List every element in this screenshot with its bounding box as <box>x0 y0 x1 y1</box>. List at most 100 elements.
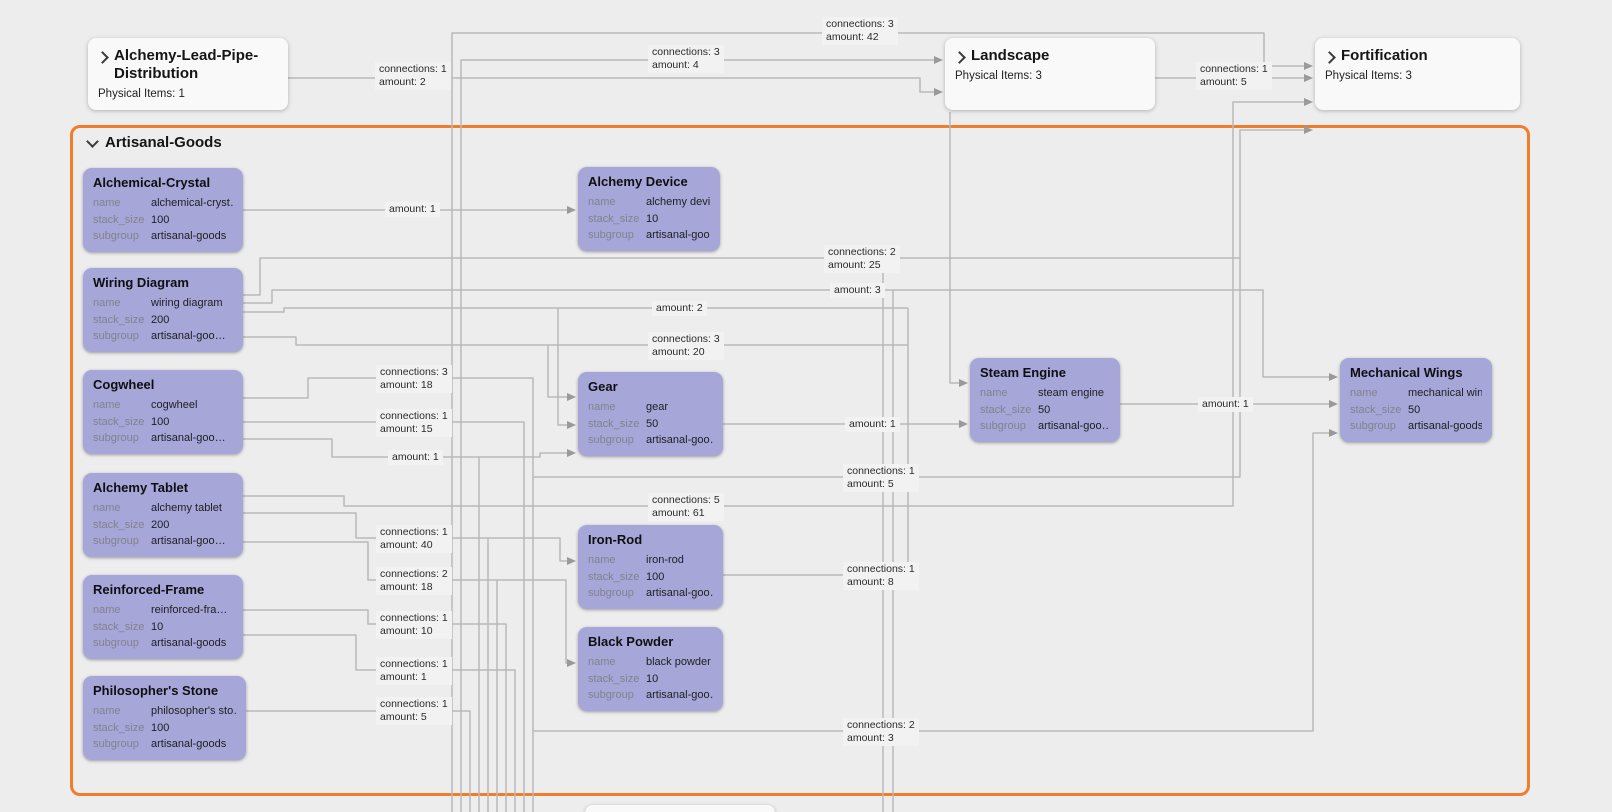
group-node-title: Alchemy-Lead-Pipe-Distribution <box>114 47 276 83</box>
group-node-landscape[interactable]: Landscape Physical Items: 3 <box>945 38 1155 110</box>
node-title: Philosopher's Stone <box>93 683 236 698</box>
node-row: subgroupartisanal-goo… <box>93 533 233 550</box>
edge-label: amount: 1 <box>845 417 900 432</box>
node-row: subgroupartisanal-goods <box>1350 418 1482 435</box>
node-title: Reinforced-Frame <box>93 582 233 597</box>
edge-label: amount: 3 <box>830 283 885 298</box>
item-node-reinforced-frame[interactable]: Reinforced-Frame namereinforced-fra… sta… <box>83 575 243 659</box>
node-row: stack_size10 <box>93 619 233 636</box>
node-title: Gear <box>588 379 713 394</box>
item-node-black-powder[interactable]: Black Powder nameblack powder stack_size… <box>578 627 723 711</box>
edge-label: amount: 1 <box>1198 397 1253 412</box>
node-row: subgroupartisanal-goods <box>93 635 233 652</box>
node-row: subgroupartisanal-goo… <box>588 227 710 244</box>
node-row: stack_size200 <box>93 312 233 329</box>
edge-label: connections: 1amount: 5 <box>843 464 919 492</box>
edge-label: connections: 3amount: 20 <box>648 332 724 360</box>
node-title: Wiring Diagram <box>93 275 233 290</box>
edge-label: connections: 5amount: 61 <box>648 493 724 521</box>
node-title: Alchemy Device <box>588 174 710 189</box>
node-row: namereinforced-fra… <box>93 602 233 619</box>
edge-label: connections: 1amount: 5 <box>376 697 452 725</box>
node-row: stack_size50 <box>1350 402 1482 419</box>
edge-label: connections: 3amount: 18 <box>376 365 452 393</box>
node-row: stack_size10 <box>588 671 713 688</box>
item-node-wiring-diagram[interactable]: Wiring Diagram namewiring diagram stack_… <box>83 268 243 352</box>
node-row: namealchemical-cryst… <box>93 195 233 212</box>
node-row: stack_size10 <box>588 211 710 228</box>
item-node-alchemical-crystal[interactable]: Alchemical-Crystal namealchemical-cryst…… <box>83 168 243 252</box>
edge-label: connections: 1amount: 40 <box>376 525 452 553</box>
node-row: subgroupartisanal-goo… <box>93 328 233 345</box>
node-row: namemechanical win… <box>1350 385 1482 402</box>
group-title: Artisanal-Goods <box>105 134 222 151</box>
graph-canvas[interactable]: Artisanal-Goods Alchemy-Lead-Pipe-Distri… <box>0 0 1612 812</box>
edge-label: amount: 2 <box>652 301 707 316</box>
node-title: Mechanical Wings <box>1350 365 1482 380</box>
node-row: namealchemy tablet <box>93 500 233 517</box>
item-node-steam-engine[interactable]: Steam Engine namesteam engine stack_size… <box>970 358 1120 442</box>
node-row: subgroupartisanal-goo… <box>980 418 1110 435</box>
edge-label: connections: 1amount: 10 <box>376 611 452 639</box>
edge-label: connections: 1amount: 5 <box>1196 62 1272 90</box>
node-row: namecogwheel <box>93 397 233 414</box>
group-node-title: Landscape <box>971 47 1049 65</box>
node-row: subgroupartisanal-goo… <box>588 687 713 704</box>
chevron-right-icon[interactable] <box>1323 51 1336 64</box>
chevron-down-icon[interactable] <box>86 135 99 148</box>
group-node-alchemy-lead-pipe-distribution[interactable]: Alchemy-Lead-Pipe-Distribution Physical … <box>88 38 288 110</box>
node-title: Cogwheel <box>93 377 233 392</box>
node-row: stack_size100 <box>93 212 233 229</box>
node-row: subgroupartisanal-goo… <box>588 585 713 602</box>
item-node-iron-rod[interactable]: Iron-Rod nameiron-rod stack_size100 subg… <box>578 525 723 609</box>
item-node-philosophers-stone[interactable]: Philosopher's Stone namephilosopher's st… <box>83 676 246 760</box>
edge-label: amount: 1 <box>388 450 443 465</box>
edge-label: connections: 1amount: 1 <box>376 657 452 685</box>
physical-items-count: Physical Items: 1 <box>98 88 276 100</box>
node-row: stack_size100 <box>93 414 233 431</box>
node-title: Iron-Rod <box>588 532 713 547</box>
edge-label: connections: 2amount: 3 <box>843 718 919 746</box>
node-row: subgroupartisanal-goods <box>93 228 233 245</box>
node-row: namegear <box>588 399 713 416</box>
node-row: stack_size50 <box>980 402 1110 419</box>
edge-label: connections: 3amount: 4 <box>648 45 724 73</box>
node-row: nameblack powder <box>588 654 713 671</box>
item-node-cogwheel[interactable]: Cogwheel namecogwheel stack_size100 subg… <box>83 370 243 454</box>
edge-label: connections: 3amount: 42 <box>822 17 898 45</box>
node-row: stack_size100 <box>93 720 236 737</box>
node-row: namephilosopher's sto… <box>93 703 236 720</box>
edge-label: connections: 2amount: 18 <box>376 567 452 595</box>
node-title: Black Powder <box>588 634 713 649</box>
node-row: stack_size50 <box>588 416 713 433</box>
edge-label: connections: 2amount: 25 <box>824 245 900 273</box>
node-row: subgroupartisanal-goods <box>93 736 236 753</box>
group-node-title: Fortification <box>1341 47 1428 65</box>
physical-items-count: Physical Items: 3 <box>955 70 1143 82</box>
group-node-fortification[interactable]: Fortification Physical Items: 3 <box>1315 38 1520 110</box>
edge-label: connections: 1amount: 15 <box>376 409 452 437</box>
edge-label: connections: 1amount: 2 <box>375 62 451 90</box>
node-row: nameiron-rod <box>588 552 713 569</box>
partial-node-below[interactable] <box>585 805 775 812</box>
node-row: subgroupartisanal-goo… <box>588 432 713 449</box>
item-node-alchemy-tablet[interactable]: Alchemy Tablet namealchemy tablet stack_… <box>83 473 243 557</box>
edge-label: connections: 1amount: 8 <box>843 562 919 590</box>
physical-items-count: Physical Items: 3 <box>1325 70 1508 82</box>
item-node-mechanical-wings[interactable]: Mechanical Wings namemechanical win… sta… <box>1340 358 1492 442</box>
group-header-artisanal-goods[interactable]: Artisanal-Goods <box>88 134 222 151</box>
edge-label: amount: 1 <box>385 202 440 217</box>
node-title: Steam Engine <box>980 365 1110 380</box>
item-node-alchemy-device[interactable]: Alchemy Device namealchemy device stack_… <box>578 167 720 251</box>
item-node-gear[interactable]: Gear namegear stack_size50 subgroupartis… <box>578 372 723 456</box>
node-row: namealchemy device <box>588 194 710 211</box>
node-row: stack_size200 <box>93 517 233 534</box>
node-row: subgroupartisanal-goo… <box>93 430 233 447</box>
chevron-right-icon[interactable] <box>953 51 966 64</box>
node-row: namewiring diagram <box>93 295 233 312</box>
node-title: Alchemical-Crystal <box>93 175 233 190</box>
node-row: stack_size100 <box>588 569 713 586</box>
chevron-right-icon[interactable] <box>96 51 109 64</box>
node-row: namesteam engine <box>980 385 1110 402</box>
node-title: Alchemy Tablet <box>93 480 233 495</box>
